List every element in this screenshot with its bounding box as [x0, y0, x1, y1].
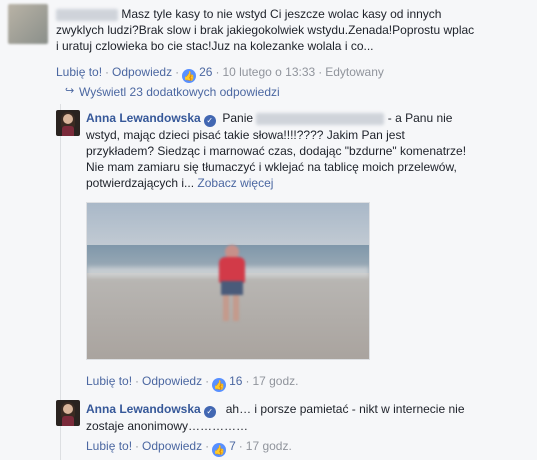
commenter-avatar[interactable]: [8, 4, 48, 44]
anna-avatar[interactable]: [56, 110, 80, 136]
thumbs-up-reaction-icon[interactable]: 👍: [212, 378, 227, 392]
reply-text: Anna Lewandowska ✓ ah… i porsze pamietać …: [86, 402, 465, 433]
timestamp[interactable]: 10 lutego o 13:33: [222, 65, 315, 79]
attached-photo[interactable]: [86, 202, 370, 360]
thumbs-up-reaction-icon[interactable]: 👍: [182, 69, 197, 83]
timestamp[interactable]: 17 godz.: [252, 374, 298, 388]
comment-text: Masz tyle kasy to nie wstyd Ci jeszcze w…: [56, 7, 475, 53]
more-replies-link[interactable]: Wyświetl 23 dodatkowych odpowiedzi: [79, 85, 280, 99]
reaction-count[interactable]: 16: [229, 374, 242, 388]
reply-author[interactable]: Anna Lewandowska: [86, 111, 201, 125]
reply-button[interactable]: Odpowiedz: [142, 439, 202, 453]
verified-badge-icon: ✓: [203, 115, 216, 127]
reply-button[interactable]: Odpowiedz: [142, 374, 202, 388]
like-button[interactable]: Lubię to!: [56, 65, 102, 79]
reply-author[interactable]: Anna Lewandowska: [86, 402, 201, 416]
reaction-count[interactable]: 7: [229, 439, 236, 453]
comment-actions: Lubię to! · Odpowiedz · 👍 26 · 10 lutego o 13:3…: [56, 65, 384, 83]
reply-arrow-icon: ↪: [65, 85, 75, 97]
reply-text: Anna Lewandowska ✓ Panie - a Panu nie wst…: [86, 111, 467, 190]
anna-avatar[interactable]: [56, 400, 80, 426]
edited-label[interactable]: Edytowany: [325, 65, 384, 79]
timestamp[interactable]: 17 godz.: [246, 439, 292, 453]
reply-actions: Lubię to! · Odpowiedz · 👍 16 · 17 godz.: [86, 374, 299, 392]
like-button[interactable]: Lubię to!: [86, 374, 132, 388]
see-more-link[interactable]: Zobacz więcej: [197, 176, 273, 190]
verified-badge-icon: ✓: [203, 406, 216, 418]
reaction-count[interactable]: 26: [199, 65, 212, 79]
reply-button[interactable]: Odpowiedz: [112, 65, 172, 79]
reply-actions: Lubię to! · Odpowiedz · 👍 7 · 17 godz.: [86, 439, 292, 457]
commenter-name-blurred[interactable]: [56, 8, 118, 21]
thumbs-up-reaction-icon[interactable]: 👍: [212, 443, 227, 457]
like-button[interactable]: Lubię to!: [86, 439, 132, 453]
mentioned-name-blurred[interactable]: [256, 112, 385, 125]
